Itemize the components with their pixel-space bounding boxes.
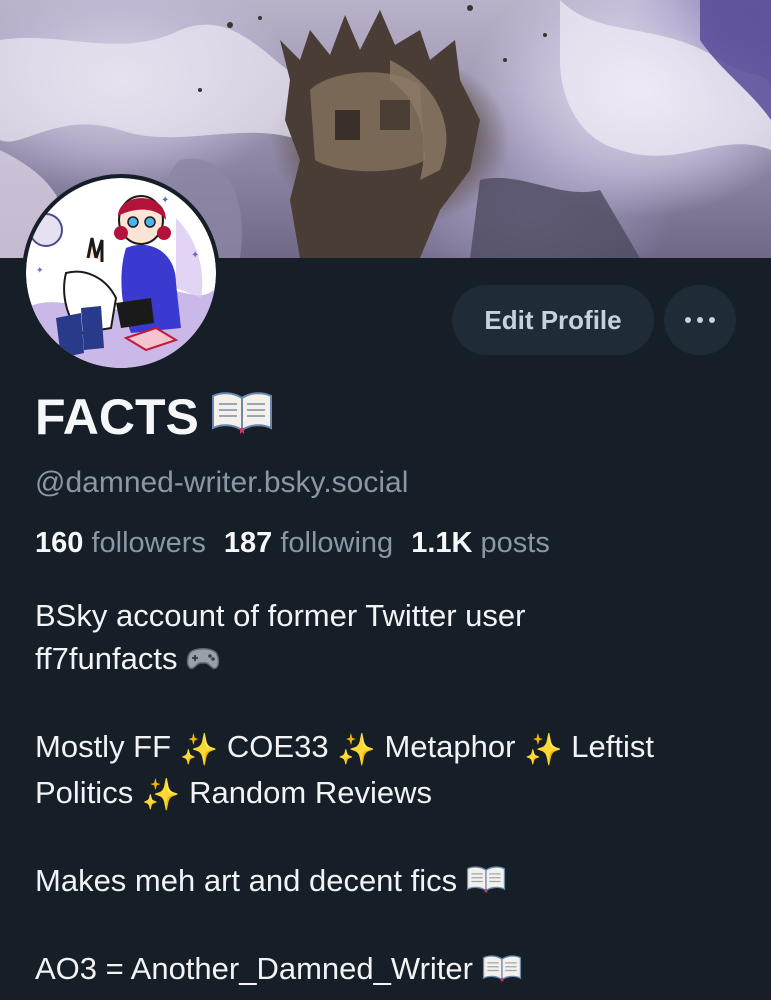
following-stat[interactable]: 187 following (224, 527, 393, 560)
game-controller-icon (186, 639, 220, 682)
profile-bio: BSky account of former Twitter user ff7f… (35, 594, 745, 993)
sparkles-icon: ✨ (524, 731, 563, 767)
display-name: FACTS (35, 388, 273, 446)
bio-line: BSky account of former Twitter user (35, 598, 526, 633)
more-options-button[interactable] (664, 285, 736, 355)
edit-profile-button[interactable]: Edit Profile (452, 285, 654, 355)
bio-line: AO3 = Another_Damned_Writer (35, 947, 745, 992)
bio-line: ff7funfacts (35, 637, 745, 682)
posts-stat: 1.1K posts (411, 527, 550, 559)
ellipsis-icon (685, 317, 715, 323)
avatar[interactable]: ✦ ✦ ✦ (22, 174, 220, 372)
svg-text:✦: ✦ (36, 265, 44, 275)
svg-text:✦: ✦ (191, 250, 199, 261)
sparkles-icon: ✨ (337, 731, 376, 767)
profile-stats: 160 followers 187 following 1.1K posts (35, 527, 550, 560)
svg-text:✦: ✦ (161, 195, 169, 206)
open-book-icon (482, 950, 522, 993)
display-name-text: FACTS (35, 389, 199, 445)
open-book-icon (211, 388, 273, 446)
open-book-icon (466, 861, 506, 904)
bio-line: Mostly FF ✨ COE33 ✨ Metaphor ✨ Leftist (35, 725, 745, 770)
edit-profile-label: Edit Profile (484, 304, 622, 335)
sparkles-icon: ✨ (179, 731, 219, 767)
sparkles-icon: ✨ (141, 776, 181, 812)
profile-handle[interactable]: @damned-writer.bsky.social (35, 466, 408, 500)
bio-line: Politics ✨ Random Reviews (35, 771, 745, 816)
bio-line: Makes meh art and decent fics (35, 859, 745, 904)
followers-stat[interactable]: 160 followers (35, 527, 206, 560)
